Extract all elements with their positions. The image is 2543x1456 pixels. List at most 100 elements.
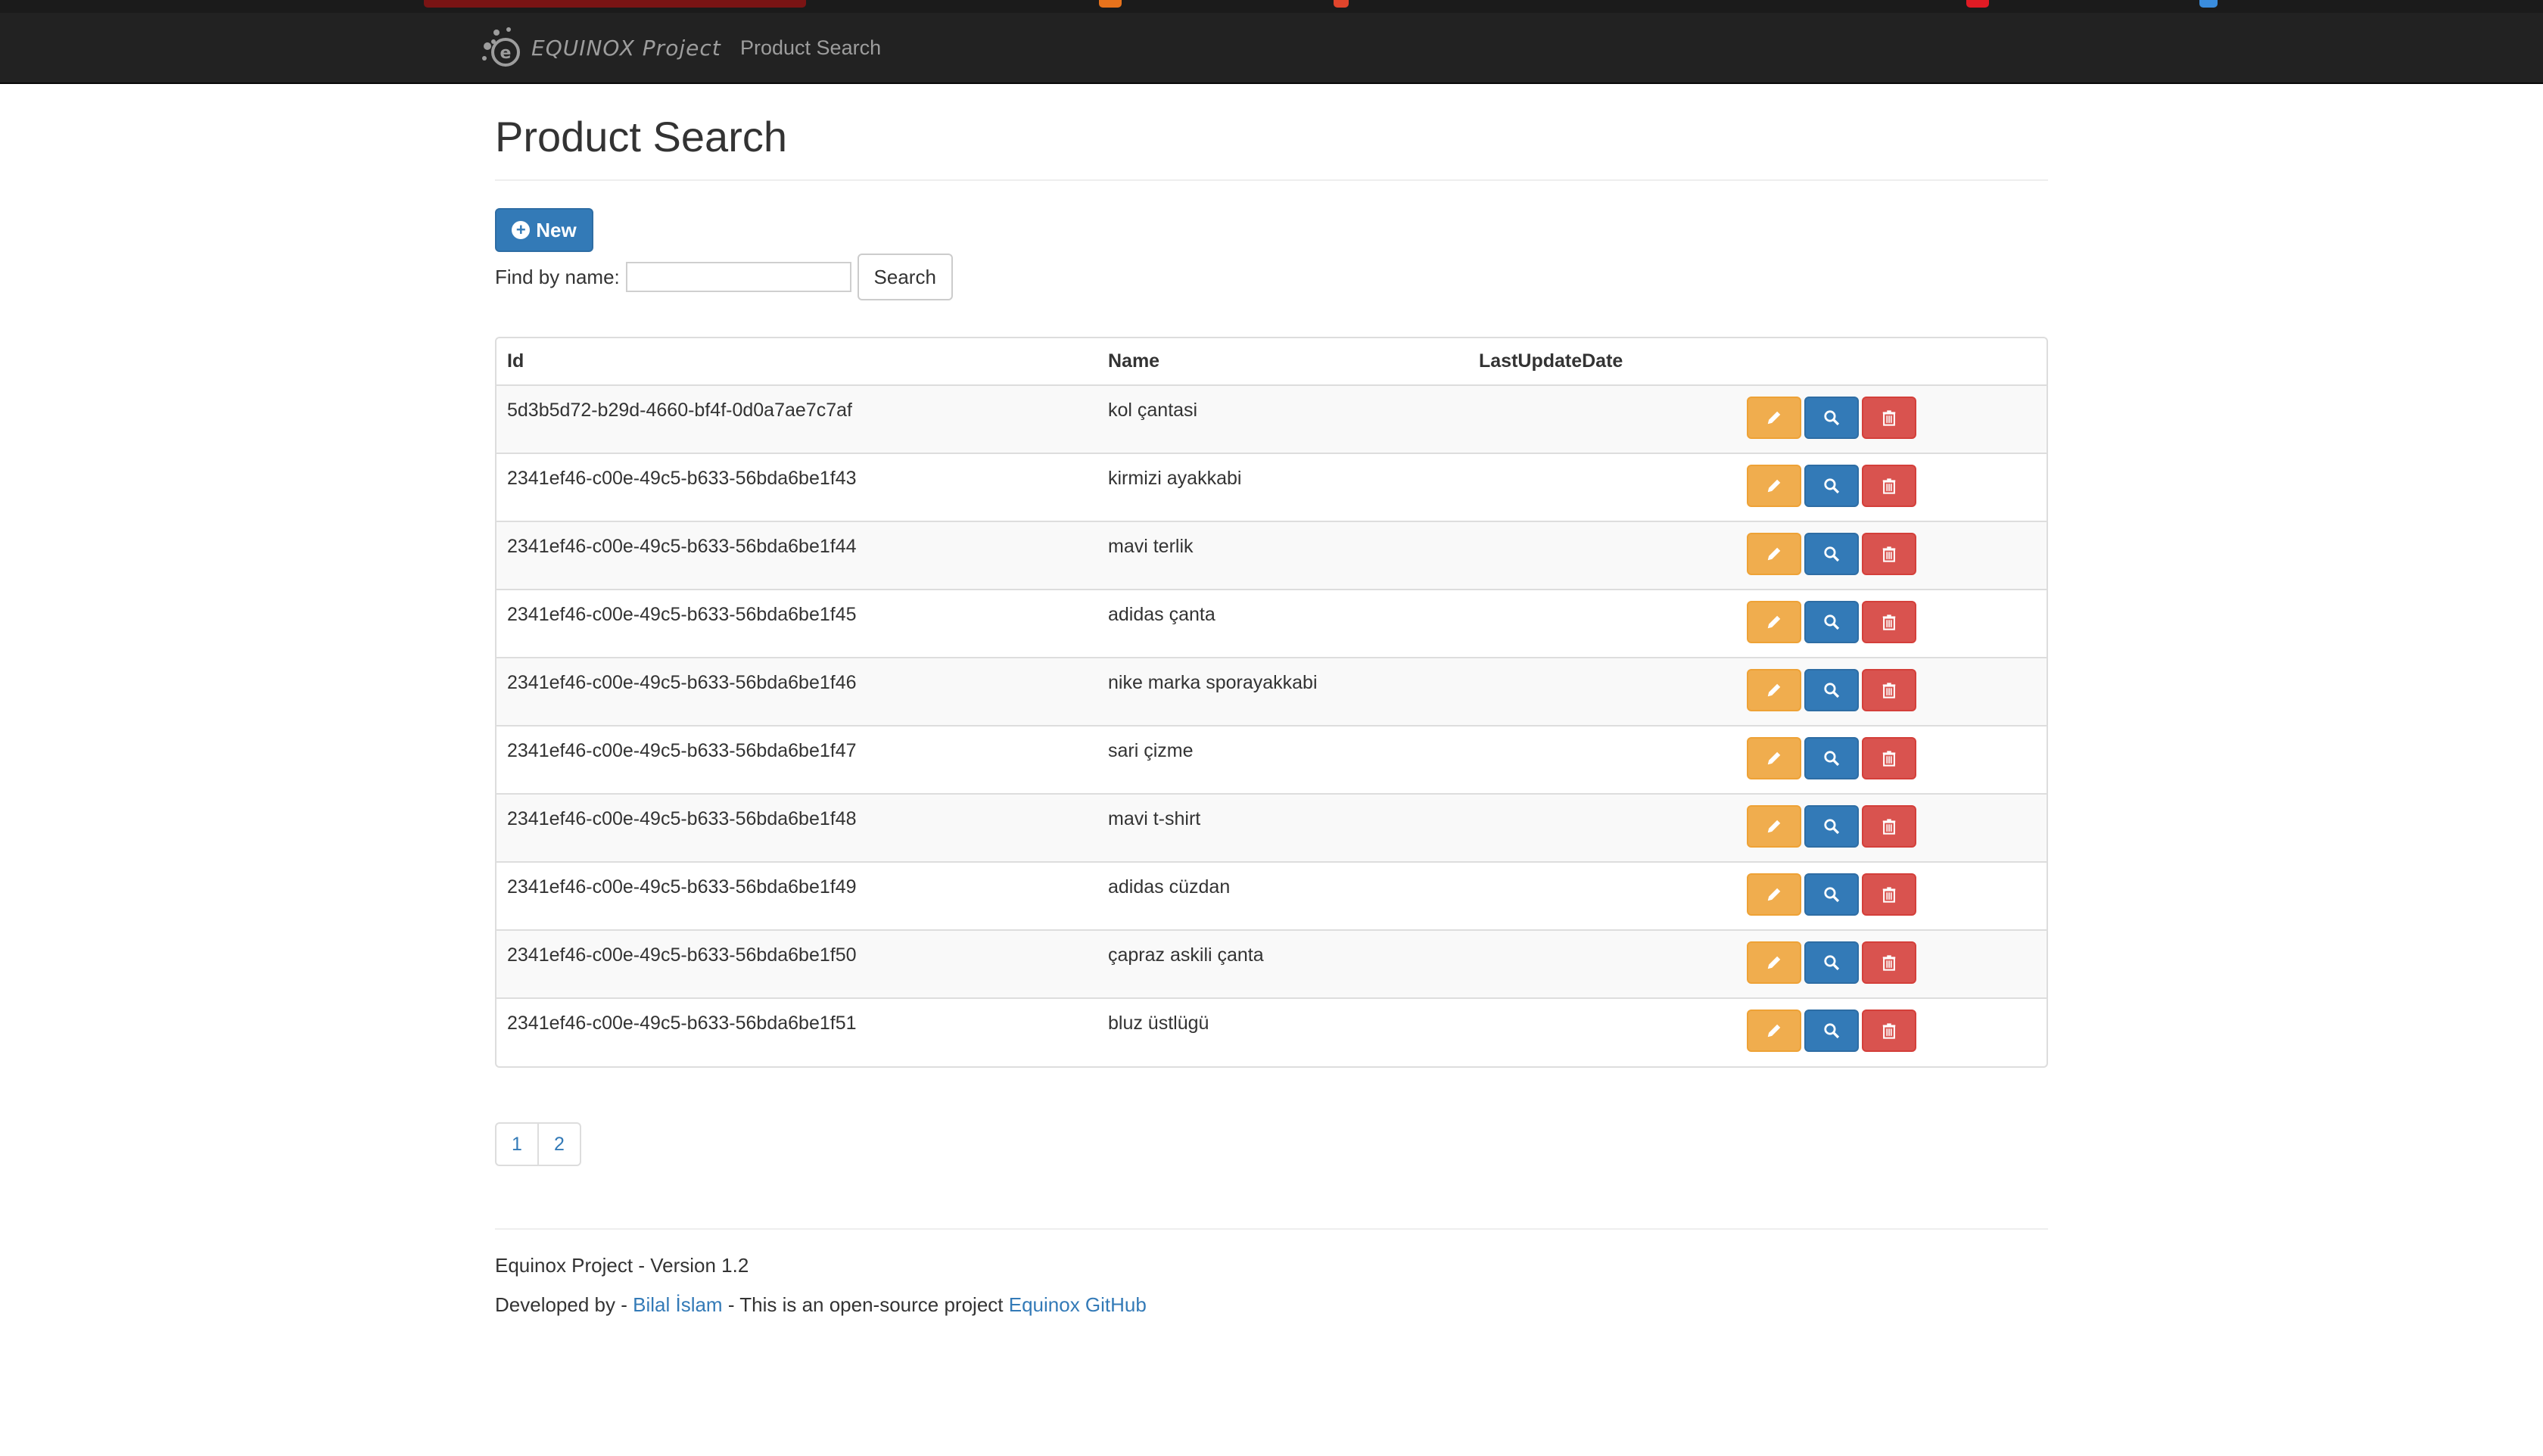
footer-credits: Developed by - Bilal İslam - This is an … — [495, 1293, 1147, 1317]
details-button[interactable] — [1804, 873, 1859, 916]
details-button[interactable] — [1804, 601, 1859, 643]
title-divider — [495, 179, 2048, 181]
cell-id: 2341ef46-c00e-49c5-b633-56bda6be1f49 — [496, 862, 1097, 931]
svg-text:e: e — [500, 44, 512, 63]
edit-button[interactable] — [1747, 397, 1801, 439]
details-button[interactable] — [1804, 397, 1859, 439]
details-button[interactable] — [1804, 669, 1859, 711]
table-row: 2341ef46-c00e-49c5-b633-56bda6be1f46 nike… — [496, 658, 2047, 726]
equinox-logo-icon: e — [482, 27, 520, 67]
cell-actions — [1736, 726, 2047, 795]
table-header-row: Id Name LastUpdateDate — [496, 338, 2047, 386]
cell-last-update — [1468, 726, 1736, 795]
cell-name: nike marka sporayakkabi — [1097, 658, 1468, 726]
cell-name: mavi t-shirt — [1097, 794, 1468, 863]
find-label: Find by name: — [495, 265, 620, 288]
details-button[interactable] — [1804, 465, 1859, 507]
new-button-label: New — [536, 218, 577, 241]
delete-button[interactable] — [1862, 601, 1916, 643]
cell-actions — [1736, 521, 2047, 590]
products-table-panel: Id Name LastUpdateDate 5d3b5d72-b29d-466… — [495, 337, 2048, 1068]
table-row: 2341ef46-c00e-49c5-b633-56bda6be1f47 sari… — [496, 726, 2047, 795]
new-button[interactable]: + New — [495, 208, 593, 252]
cell-id: 2341ef46-c00e-49c5-b633-56bda6be1f48 — [496, 794, 1097, 863]
cell-last-update — [1468, 385, 1736, 454]
brand-text: EQUINOX Project — [531, 35, 721, 61]
edit-button[interactable] — [1747, 465, 1801, 507]
author-link[interactable]: Bilal İslam — [633, 1293, 722, 1316]
delete-button[interactable] — [1862, 941, 1916, 984]
top-navbar: e EQUINOX Project Product Search — [0, 13, 2543, 84]
cell-id: 2341ef46-c00e-49c5-b633-56bda6be1f43 — [496, 453, 1097, 522]
header-id: Id — [496, 338, 1097, 386]
developed-by-text: Developed by - — [495, 1293, 633, 1316]
cell-last-update — [1468, 998, 1736, 1066]
header-name: Name — [1097, 338, 1468, 386]
cell-name: çapraz askili çanta — [1097, 930, 1468, 999]
cell-actions — [1736, 930, 2047, 999]
edit-button[interactable] — [1747, 805, 1801, 848]
cell-name: sari çizme — [1097, 726, 1468, 795]
products-table: Id Name LastUpdateDate 5d3b5d72-b29d-466… — [496, 338, 2047, 1066]
page-1-link[interactable]: 1 — [495, 1122, 539, 1166]
edit-button[interactable] — [1747, 873, 1801, 916]
cell-last-update — [1468, 794, 1736, 863]
table-row: 5d3b5d72-b29d-4660-bf4f-0d0a7ae7c7af kol … — [496, 385, 2047, 454]
edit-button[interactable] — [1747, 533, 1801, 575]
cell-id: 2341ef46-c00e-49c5-b633-56bda6be1f46 — [496, 658, 1097, 726]
table-row: 2341ef46-c00e-49c5-b633-56bda6be1f44 mavi… — [496, 521, 2047, 590]
bookmark-favicon-red-icon[interactable] — [424, 0, 806, 8]
cell-id: 5d3b5d72-b29d-4660-bf4f-0d0a7ae7c7af — [496, 385, 1097, 454]
page-title: Product Search — [495, 113, 787, 160]
details-button[interactable] — [1804, 533, 1859, 575]
cell-actions — [1736, 862, 2047, 931]
bookmark-favicon-blue-icon[interactable] — [2199, 0, 2218, 8]
delete-button[interactable] — [1862, 805, 1916, 848]
header-actions — [1736, 338, 2047, 386]
cell-actions — [1736, 385, 2047, 454]
delete-button[interactable] — [1862, 465, 1916, 507]
details-button[interactable] — [1804, 1010, 1859, 1052]
cell-id: 2341ef46-c00e-49c5-b633-56bda6be1f44 — [496, 521, 1097, 590]
cell-id: 2341ef46-c00e-49c5-b633-56bda6be1f51 — [507, 1013, 857, 1034]
page-2-link[interactable]: 2 — [537, 1122, 581, 1166]
edit-button[interactable] — [1747, 669, 1801, 711]
cell-last-update — [1468, 658, 1736, 726]
cell-name: adidas çanta — [1097, 590, 1468, 658]
brand-logo[interactable]: e EQUINOX Project — [478, 23, 721, 72]
table-row: 2341ef46-c00e-49c5-b633-56bda6be1f45 adid… — [496, 590, 2047, 658]
edit-button[interactable] — [1747, 737, 1801, 779]
bookmark-favicon-orange-icon[interactable] — [1099, 0, 1122, 8]
browser-bookmarks-strip — [0, 0, 2543, 13]
header-last-update: LastUpdateDate — [1468, 338, 1736, 386]
delete-button[interactable] — [1862, 397, 1916, 439]
delete-button[interactable] — [1862, 533, 1916, 575]
nav-link-product-search[interactable]: Product Search — [740, 34, 881, 61]
search-button[interactable]: Search — [857, 254, 953, 300]
bookmark-favicon-red2-icon[interactable] — [1334, 0, 1349, 8]
delete-button[interactable] — [1862, 669, 1916, 711]
find-name-input[interactable] — [625, 262, 851, 292]
cell-last-update — [1468, 930, 1736, 999]
cell-actions — [1736, 658, 2047, 726]
cell-id: 2341ef46-c00e-49c5-b633-56bda6be1f50 — [496, 930, 1097, 999]
bookmark-favicon-red3-icon[interactable] — [1966, 0, 1989, 8]
edit-button[interactable] — [1747, 1010, 1801, 1052]
details-button[interactable] — [1804, 805, 1859, 848]
cell-actions — [1736, 453, 2047, 522]
delete-button[interactable] — [1862, 1010, 1916, 1052]
cell-name: kol çantasi — [1097, 385, 1468, 454]
delete-button[interactable] — [1862, 873, 1916, 916]
details-button[interactable] — [1804, 941, 1859, 984]
delete-button[interactable] — [1862, 737, 1916, 779]
github-link[interactable]: Equinox GitHub — [1009, 1293, 1147, 1316]
table-row: 2341ef46-c00e-49c5-b633-56bda6be1f50 çapr… — [496, 930, 2047, 999]
cell-last-update — [1468, 590, 1736, 658]
edit-button[interactable] — [1747, 941, 1801, 984]
cell-name: adidas cüzdan — [1097, 862, 1468, 931]
details-button[interactable] — [1804, 737, 1859, 779]
pagination: 1 2 — [495, 1122, 581, 1166]
footer-version: Equinox Project - Version 1.2 — [495, 1254, 749, 1277]
edit-button[interactable] — [1747, 601, 1801, 643]
table-row: 2341ef46-c00e-49c5-b633-56bda6be1f48 mavi… — [496, 794, 2047, 863]
